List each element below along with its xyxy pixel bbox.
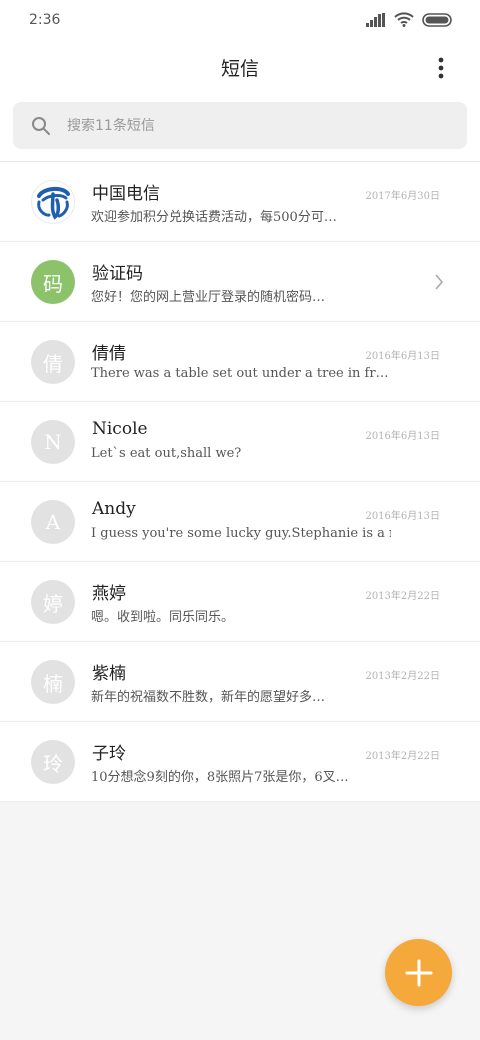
message-preview: I guess you're some lucky guy.Stephanie … bbox=[91, 526, 391, 541]
contact-name: 燕婷 bbox=[92, 584, 126, 604]
contact-name: 子玲 bbox=[92, 744, 126, 764]
message-date: 2016年6月13日 bbox=[365, 351, 440, 362]
avatar: 倩 bbox=[31, 340, 75, 384]
avatar: 楠 bbox=[31, 660, 75, 704]
conversation-row[interactable]: 婷 燕婷 嗯。收到啦。同乐同乐。 2013年2月22日 bbox=[0, 562, 480, 642]
conversation-row[interactable]: 码 验证码 您好！您的网上营业厅登录的随机密码… bbox=[0, 242, 480, 322]
message-date: 2017年6月30日 bbox=[365, 191, 440, 202]
contact-name: Andy bbox=[92, 499, 136, 519]
plus-icon bbox=[405, 959, 432, 986]
status-icons bbox=[366, 12, 452, 27]
wifi-icon bbox=[394, 12, 414, 27]
contact-name: 中国电信 bbox=[92, 184, 160, 204]
message-preview: 欢迎参加积分兑换话费活动，每500分可… bbox=[91, 210, 337, 225]
message-date: 2016年6月13日 bbox=[365, 431, 440, 442]
message-preview: 新年的祝福数不胜数，新年的愿望好多… bbox=[91, 690, 326, 705]
top-section: 2:36 短信 bbox=[0, 0, 480, 161]
compose-button[interactable] bbox=[385, 939, 452, 1006]
message-date: 2013年2月22日 bbox=[365, 671, 440, 682]
conversation-row[interactable]: 中国电信 欢迎参加积分兑换话费活动，每500分可… 2017年6月30日 bbox=[0, 162, 480, 242]
conversation-list: 中国电信 欢迎参加积分兑换话费活动，每500分可… 2017年6月30日 码 验… bbox=[0, 162, 480, 802]
status-bar: 2:36 bbox=[0, 0, 480, 42]
title-bar: 短信 bbox=[0, 42, 480, 94]
message-preview: 嗯。收到啦。同乐同乐。 bbox=[91, 610, 235, 625]
avatar bbox=[31, 180, 75, 224]
message-preview: 您好！您的网上营业厅登录的随机密码… bbox=[91, 290, 326, 305]
contact-name: 紫楠 bbox=[92, 664, 126, 684]
conversation-row[interactable]: 玲 子玲 10分想念9刻的你，8张照片7张是你，6叉… 2013年2月22日 bbox=[0, 722, 480, 802]
message-preview: There was a table set out under a tree i… bbox=[91, 366, 389, 381]
search-icon bbox=[32, 116, 50, 135]
search-wrapper bbox=[0, 94, 480, 161]
avatar: 婷 bbox=[31, 580, 75, 624]
china-telecom-logo-icon bbox=[37, 187, 70, 220]
contact-name: Nicole bbox=[92, 419, 148, 439]
contact-name: 验证码 bbox=[92, 264, 143, 284]
search-input[interactable] bbox=[67, 117, 427, 134]
conversation-row[interactable]: 楠 紫楠 新年的祝福数不胜数，新年的愿望好多… 2013年2月22日 bbox=[0, 642, 480, 722]
avatar: 玲 bbox=[31, 740, 75, 784]
more-options-button[interactable] bbox=[430, 54, 452, 82]
avatar: N bbox=[31, 420, 75, 464]
search-box[interactable] bbox=[13, 102, 467, 149]
page-title: 短信 bbox=[220, 58, 259, 80]
signal-icon bbox=[366, 12, 385, 27]
message-preview: 10分想念9刻的你，8张照片7张是你，6叉… bbox=[91, 770, 349, 785]
conversation-row[interactable]: A Andy I guess you're some lucky guy.Ste… bbox=[0, 482, 480, 562]
contact-name: 倩倩 bbox=[92, 344, 126, 364]
more-vertical-icon bbox=[438, 57, 444, 79]
message-preview: Let`s eat out,shall we? bbox=[91, 446, 242, 461]
chevron-right-icon bbox=[435, 274, 444, 290]
status-time: 2:36 bbox=[29, 12, 61, 28]
battery-icon bbox=[422, 12, 452, 27]
conversation-row[interactable]: N Nicole Let`s eat out,shall we? 2016年6月… bbox=[0, 402, 480, 482]
avatar: A bbox=[31, 500, 75, 544]
message-date: 2013年2月22日 bbox=[365, 591, 440, 602]
message-date: 2013年2月22日 bbox=[365, 751, 440, 762]
message-date: 2016年6月13日 bbox=[365, 511, 440, 522]
conversation-row[interactable]: 倩 倩倩 There was a table set out under a t… bbox=[0, 322, 480, 402]
avatar: 码 bbox=[31, 260, 75, 304]
